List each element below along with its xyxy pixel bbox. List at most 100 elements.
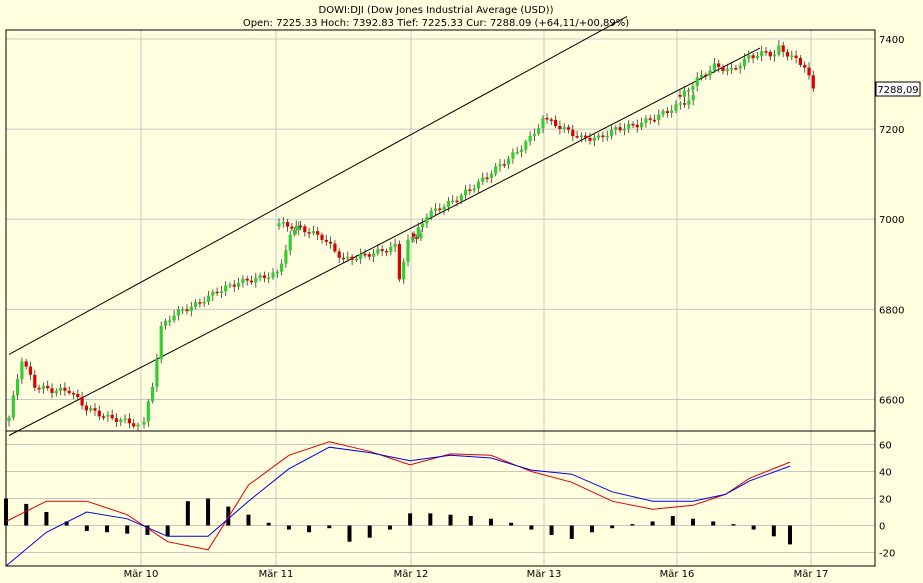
candle-down	[363, 254, 366, 256]
candle-down	[721, 67, 724, 71]
candle-down	[68, 391, 71, 393]
candle-down	[316, 231, 319, 235]
candle-up	[730, 68, 733, 70]
candle-up	[259, 275, 262, 278]
candle-up	[790, 56, 793, 58]
candle-up	[406, 240, 409, 262]
candle-down	[342, 258, 345, 260]
candle-up	[194, 302, 197, 307]
histogram-bar	[651, 521, 655, 525]
candle-up	[524, 142, 527, 150]
candle-up	[372, 253, 375, 256]
candle-up	[228, 285, 231, 287]
candle-up	[687, 100, 690, 104]
candle-down	[545, 118, 548, 120]
candle-up	[20, 361, 23, 379]
candle-down	[290, 227, 293, 229]
candle-down	[601, 136, 604, 138]
candle-down	[38, 388, 41, 390]
candle-up	[451, 201, 454, 203]
candle-down	[46, 386, 49, 388]
candle-up	[696, 78, 699, 87]
candle-down	[102, 416, 105, 418]
histogram-bar	[691, 519, 695, 526]
histogram-bar	[267, 523, 271, 526]
candle-up	[7, 417, 10, 421]
candle-up	[402, 262, 405, 280]
candle-up	[674, 104, 677, 110]
histogram-bar	[186, 501, 190, 525]
candle-down	[799, 58, 802, 65]
histogram-bar	[610, 526, 614, 529]
candle-down	[115, 418, 118, 422]
price-y-tick-label: 6800	[879, 305, 904, 316]
candle-down	[85, 406, 88, 411]
candle-down	[132, 423, 135, 426]
candle-down	[333, 244, 336, 252]
candle-down	[325, 240, 328, 242]
candle-up	[425, 217, 428, 223]
candle-up	[376, 249, 379, 253]
candle-down	[752, 55, 755, 58]
candle-up	[756, 56, 759, 58]
candle-down	[588, 138, 591, 141]
candle-up	[537, 128, 540, 134]
candle-down	[338, 251, 341, 257]
candle-down	[412, 234, 415, 237]
histogram-bar	[85, 526, 89, 531]
candle-up	[494, 166, 497, 174]
candle-up	[136, 425, 139, 427]
candle-up	[207, 296, 210, 302]
candle-up	[679, 103, 682, 105]
candle-up	[516, 152, 519, 154]
candle-up	[777, 45, 780, 54]
candle-up	[541, 118, 544, 128]
candle-up	[773, 55, 776, 57]
candle-down	[717, 63, 720, 67]
candle-up	[610, 130, 613, 136]
candle-up	[760, 51, 763, 56]
candle-up	[490, 174, 493, 178]
candle-up	[277, 223, 280, 226]
histogram-bar	[489, 519, 493, 526]
histogram-bar	[428, 513, 432, 525]
candle-up	[220, 291, 223, 293]
chart-title: DOWI:DJI (Dow Jones Industrial Average (…	[319, 5, 554, 16]
histogram-bar	[449, 515, 453, 526]
candle-up	[481, 178, 484, 182]
candle-down	[769, 52, 772, 56]
histogram-bar	[590, 526, 594, 533]
candle-up	[211, 292, 214, 296]
histogram-bar	[125, 526, 129, 534]
candle-up	[355, 259, 358, 261]
histogram-bar	[105, 526, 109, 533]
histogram-bar	[408, 513, 412, 525]
candle-up	[89, 408, 92, 410]
candle-down	[250, 281, 253, 283]
candle-down	[468, 190, 471, 192]
candle-up	[289, 235, 292, 251]
candle-down	[233, 285, 236, 287]
candle-up	[177, 310, 180, 316]
histogram-bar	[529, 526, 533, 530]
candle-up	[190, 307, 193, 311]
candle-up	[55, 391, 58, 393]
candle-up	[106, 415, 109, 417]
candle-down	[812, 75, 815, 88]
candle-down	[571, 130, 574, 136]
candle-up	[42, 386, 45, 389]
candle-down	[653, 120, 656, 122]
histogram-bar	[327, 526, 331, 529]
price-y-tick-label: 7000	[879, 215, 904, 226]
candle-up	[683, 91, 686, 97]
candle-up	[173, 315, 176, 320]
candle-down	[704, 75, 707, 77]
candle-up	[627, 124, 630, 129]
macd-y-tick-label: 40	[879, 468, 892, 479]
candle-up	[460, 195, 463, 201]
x-tick-label: Mär 13	[527, 569, 562, 580]
candle-up	[241, 279, 244, 283]
candle-up	[614, 127, 617, 130]
histogram-bar	[570, 526, 574, 540]
candle-up	[692, 95, 695, 100]
